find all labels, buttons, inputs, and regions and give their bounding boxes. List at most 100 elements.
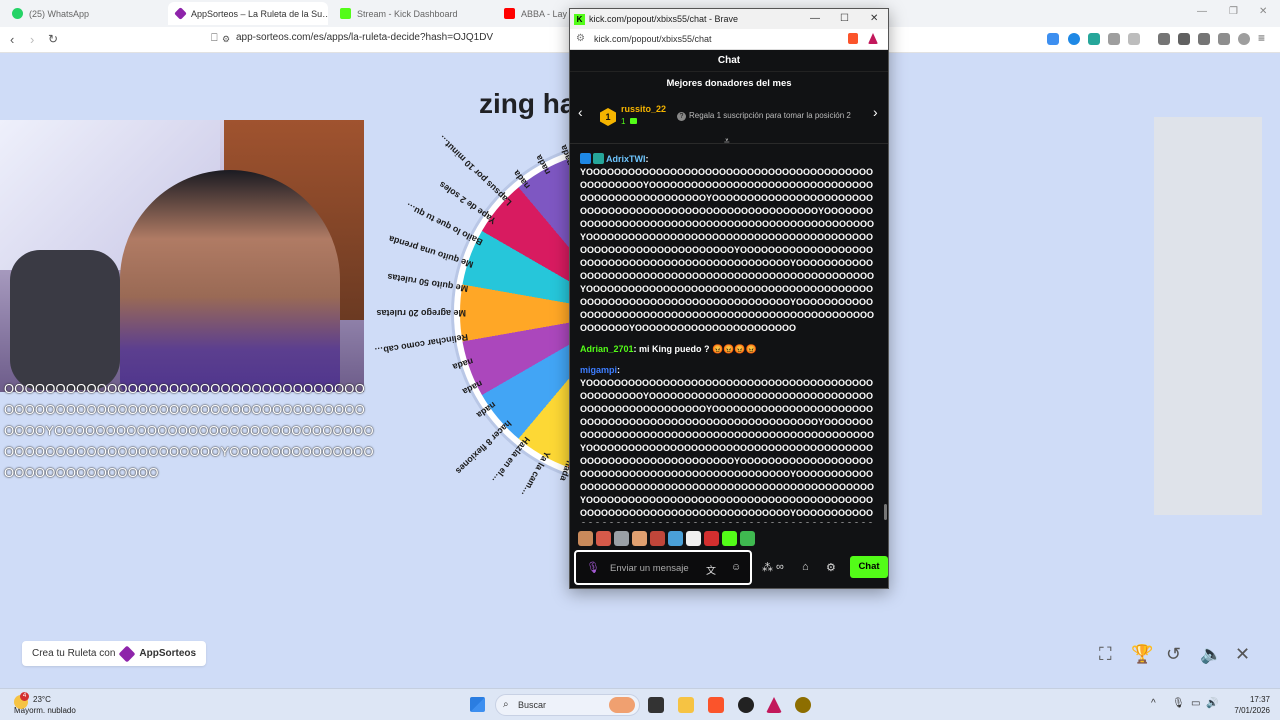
temperature: 23°C xyxy=(33,695,51,704)
chat-username[interactable]: migampi xyxy=(580,365,617,375)
chat-message-text: mi King puedo ? 😡😡😡😡 xyxy=(639,344,757,354)
maximize-icon[interactable]: ☐ xyxy=(840,13,849,24)
chevron-up-icon[interactable]: ^ xyxy=(1151,698,1156,709)
donor-gift-count: 1 xyxy=(621,117,637,126)
file-explorer-icon[interactable] xyxy=(678,697,694,713)
emote-icon[interactable] xyxy=(614,531,629,546)
sidebar-icon[interactable] xyxy=(1178,33,1190,45)
settings-icon[interactable]: ⚙ xyxy=(826,561,836,574)
translate-icon[interactable]: 文 xyxy=(706,562,716,577)
donor-name[interactable]: russito_22 xyxy=(621,104,666,114)
minimize-icon[interactable]: — xyxy=(1197,6,1207,17)
app-icon[interactable] xyxy=(795,697,811,713)
reset-icon[interactable]: ↺ xyxy=(1166,644,1181,665)
media-icon[interactable] xyxy=(1158,33,1170,45)
vpn-icon[interactable] xyxy=(1238,33,1250,45)
clock[interactable]: 17:37 7/01/2026 xyxy=(1226,694,1270,716)
kicks-icon[interactable]: ⁂ xyxy=(762,561,773,574)
subscriber-badge-icon xyxy=(593,153,604,164)
chat-message: Adrian_2701: mi King puedo ? 😡😡😡😡 xyxy=(580,344,757,354)
start-icon[interactable] xyxy=(470,697,485,712)
create-roulette-link[interactable]: Crea tu Ruleta con AppSorteos xyxy=(22,641,207,666)
close-window-icon[interactable]: ✕ xyxy=(870,13,878,24)
emote-icon[interactable] xyxy=(686,531,701,546)
emote-icon[interactable] xyxy=(632,531,647,546)
chevron-right-icon[interactable]: › xyxy=(873,104,878,120)
tab-appsorteos[interactable]: AppSorteos – La Ruleta de la Su… ✕ xyxy=(168,2,328,25)
brave-rewards-icon[interactable] xyxy=(766,697,782,713)
search-highlight-icon[interactable] xyxy=(609,697,635,713)
close-icon[interactable]: ✕ xyxy=(1235,644,1250,665)
chat-username[interactable]: Adrian_2701 xyxy=(580,344,634,354)
emoji-icon[interactable]: ☺ xyxy=(731,562,741,573)
emote-icon[interactable] xyxy=(578,531,593,546)
emote-icon[interactable] xyxy=(704,531,719,546)
appsorteos-icon xyxy=(174,7,187,20)
microphone-icon[interactable]: 🎙 xyxy=(586,561,600,574)
emote-icon[interactable] xyxy=(650,531,665,546)
tab-youtube[interactable]: ABBA - Lay… xyxy=(496,2,568,25)
close-window-icon[interactable]: ✕ xyxy=(1259,6,1267,17)
send-chat-button[interactable]: Chat xyxy=(850,556,888,578)
chat-input-bar: 🎙 Enviar un mensaje 文 ☺ ⁂ ∞ ⌂ ⚙ Chat xyxy=(574,550,888,585)
emote-icon[interactable] xyxy=(668,531,683,546)
forward-icon[interactable]: › xyxy=(30,32,34,47)
emote-icon[interactable] xyxy=(596,531,611,546)
tab-title: AppSorteos – La Ruleta de la Su… xyxy=(191,8,328,19)
chat-header: Chat xyxy=(570,50,888,72)
obs-icon[interactable] xyxy=(738,697,754,713)
popout-url[interactable]: kick.com/popout/xbixs55/chat xyxy=(594,34,712,44)
bookmark-icon[interactable]: ⎕ xyxy=(211,32,218,45)
extension-icon[interactable] xyxy=(1047,33,1059,45)
volume-icon[interactable]: 🔊 xyxy=(1206,698,1218,709)
reload-icon[interactable]: ↻ xyxy=(48,32,58,46)
emote-icon[interactable] xyxy=(722,531,737,546)
fullscreen-icon[interactable]: ⛶ xyxy=(1099,644,1112,665)
site-info-icon[interactable]: ⚙ xyxy=(222,34,230,45)
infinity-icon[interactable]: ∞ xyxy=(776,561,784,573)
donors-title: Mejores donadores del mes xyxy=(666,78,792,89)
date: 7/01/2026 xyxy=(1234,706,1270,715)
webcam-streamer xyxy=(120,170,340,392)
tab-kick-dashboard[interactable]: Stream - Kick Dashboard xyxy=(332,2,492,25)
brave-icon[interactable] xyxy=(708,697,724,713)
tab-title: Stream - Kick Dashboard xyxy=(357,8,458,19)
kick-icon: K xyxy=(574,13,585,25)
collapse-icon[interactable]: ⩡ xyxy=(724,136,730,147)
trophy-icon[interactable]: 🏆 xyxy=(1131,644,1153,665)
tab-whatsapp[interactable]: (25) WhatsApp xyxy=(4,2,164,25)
brave-rewards-icon[interactable] xyxy=(868,33,878,44)
taskbar-search-placeholder: Buscar xyxy=(518,700,547,710)
side-panel xyxy=(1154,117,1262,515)
volume-muted-icon[interactable]: 🔈 xyxy=(1200,644,1222,665)
extension-icon[interactable] xyxy=(1068,33,1080,45)
microphone-icon[interactable]: 🎙 xyxy=(1172,698,1185,709)
chevron-left-icon[interactable]: ‹ xyxy=(578,104,583,120)
extension-icon[interactable] xyxy=(1128,33,1140,45)
url-field[interactable]: app-sorteos.com/es/apps/la-ruleta-decide… xyxy=(236,32,493,43)
minimize-icon[interactable]: — xyxy=(810,13,820,24)
restore-icon[interactable]: ❐ xyxy=(1229,6,1238,17)
translate-extension-icon[interactable] xyxy=(1088,33,1100,45)
chat-message: AdrixTWI: YOOOOOOOOOOOOOOOOOOOOOOOOOOOOO… xyxy=(580,153,875,333)
puzzle-extensions-icon[interactable] xyxy=(1108,33,1120,45)
wallet-icon[interactable] xyxy=(1198,33,1210,45)
wheel-segment-label: Me agrego 20 ruletas xyxy=(376,308,466,318)
back-icon[interactable]: ‹ xyxy=(10,32,14,47)
kick-icon xyxy=(340,8,351,19)
chat-message-input[interactable]: 🎙 Enviar un mensaje 文 ☺ xyxy=(574,550,752,585)
task-view-icon[interactable] xyxy=(648,697,664,713)
gift-icon xyxy=(629,118,637,124)
chat-username[interactable]: AdrixTWI xyxy=(606,154,646,164)
weather-alert-badge: 4 xyxy=(20,692,29,701)
display-icon[interactable]: ▭ xyxy=(1191,698,1200,709)
site-info-icon[interactable]: ⚙ xyxy=(576,33,585,44)
leo-ai-icon[interactable] xyxy=(1218,33,1230,45)
weather-widget[interactable]: 4 23°C Mayorm. nublado xyxy=(14,692,76,716)
chat-message-text: YOOOOOOOOOOOOOOOOOOOOOOOOOOOOOOOOOOOOOOO… xyxy=(580,167,875,333)
store-icon[interactable]: ⌂ xyxy=(802,561,809,573)
chat-scrollbar[interactable] xyxy=(884,504,887,520)
menu-icon[interactable]: ≡ xyxy=(1258,31,1265,45)
brave-shields-icon[interactable] xyxy=(848,33,858,44)
emote-icon[interactable] xyxy=(740,531,755,546)
